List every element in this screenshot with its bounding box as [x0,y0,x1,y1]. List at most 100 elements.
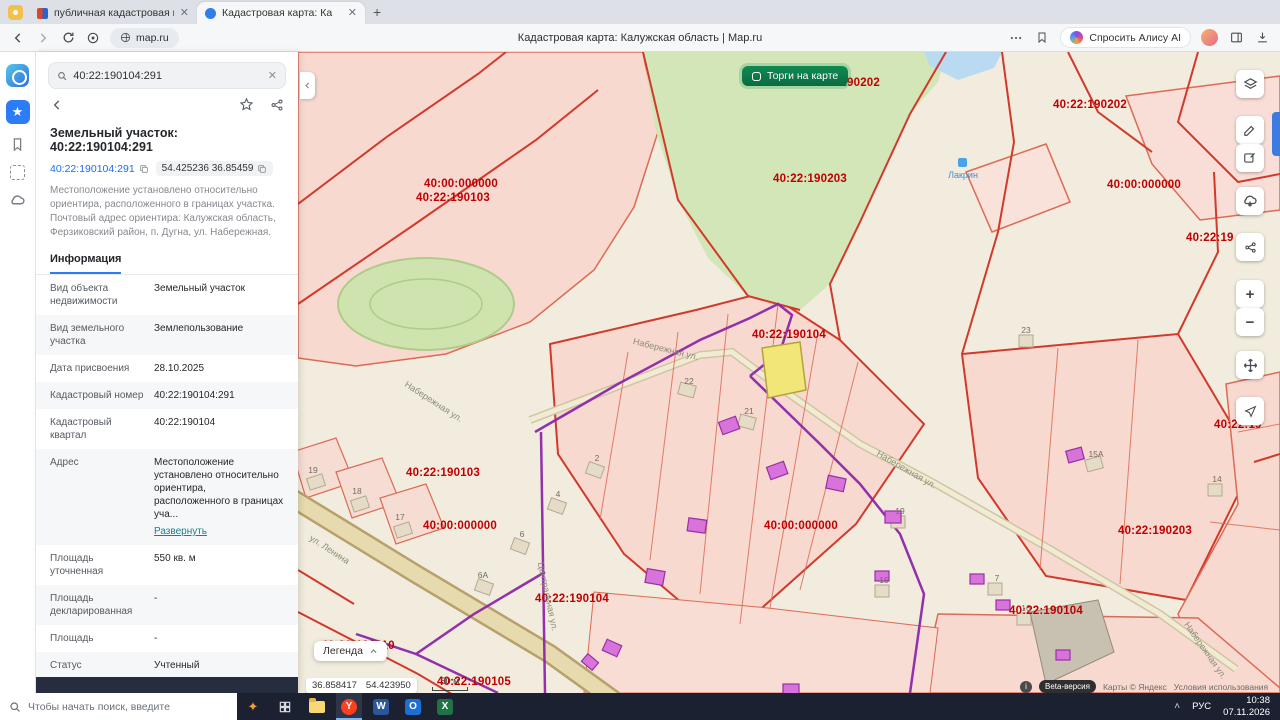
map-search[interactable]: ✕ [48,62,286,89]
parcel-number: 19 [308,465,318,475]
task-view-icon[interactable] [272,693,298,720]
tab-favicon [37,7,48,19]
alice-button[interactable]: Спросить Алису AI [1060,27,1191,48]
panel-back-icon[interactable] [50,98,64,117]
favorite-star-icon[interactable] [239,97,254,117]
side-panel-handle[interactable] [1272,112,1280,156]
extension-icon[interactable] [85,30,101,46]
parcel-id-chip[interactable]: 40:22:190104:291 [50,163,149,175]
tab-close-icon[interactable]: ✕ [180,7,189,19]
map-attribution: i Beta-версия Карты © Яндекс Условия исп… [1020,680,1268,693]
site-icon [120,32,131,43]
copy-icon[interactable] [139,164,149,174]
tab-cadastral-map[interactable]: Кадастровая карта: Ка ✕ [197,2,365,24]
bookmark-icon[interactable] [10,137,25,152]
browser-toolbar: map.ru Кадастровая карта: Калужская обла… [0,24,1280,52]
expand-link[interactable]: Развернуть [154,525,207,538]
yandex-browser-icon[interactable]: Y [336,693,362,720]
print-export-button[interactable] [1236,187,1264,215]
taskbar-search[interactable]: Чтобы начать поиск, введите [0,693,237,720]
avatar[interactable] [1201,29,1218,46]
area-select-icon[interactable] [10,165,25,180]
clear-search-icon[interactable]: ✕ [268,69,277,82]
panel-collapse-button[interactable] [300,72,315,99]
address-bar[interactable]: map.ru [110,27,179,48]
cadastral-label: 40:22:190203 [1118,525,1192,537]
parcel-number: 15 [879,575,889,585]
bookmark-flag-icon[interactable] [1034,30,1050,46]
draw-button[interactable] [1236,144,1264,172]
parcel-number: 14 [1212,474,1222,484]
table-row: Кадастровый номер 40:22:190104:291 [36,382,298,409]
word-icon[interactable]: W [368,693,394,720]
cadastral-label: 40:22:190103 [416,192,490,204]
info-icon[interactable]: i [1020,680,1032,693]
info-panel: ✕ Земельный участок: 40:22:190104:291 40… [36,52,298,693]
provider-credit: Карты © Яндекс [1102,681,1167,692]
reload-icon[interactable] [60,30,76,46]
cadastral-label: 40:22:190103 [406,467,480,479]
more-icon[interactable] [1008,30,1024,46]
table-row: Площадь - [50,633,158,644]
parcel-number: 15А [1088,449,1103,459]
cadastral-label: 40:00:000000 [1107,179,1181,191]
ruler-button[interactable] [1236,116,1264,144]
place-name: Лакрин [948,170,978,180]
parcel-number: 6А [478,570,489,580]
new-tab-button[interactable]: + [373,4,381,20]
forward-icon[interactable] [35,30,51,46]
locate-me-button[interactable] [1236,397,1264,425]
torgi-button[interactable]: Торги на карте [742,66,849,86]
clock[interactable]: 10:38 07.11.2026 [1223,695,1270,719]
pan-button[interactable] [1236,351,1264,379]
stadium-oval [337,257,515,351]
search-input[interactable] [73,69,262,82]
parcel-number: 6 [520,529,525,539]
zoom-out-button[interactable]: − [1236,308,1264,336]
tab-title: Кадастровая карта: Ка [222,7,333,19]
back-icon[interactable] [10,30,26,46]
map-canvas[interactable]: 40:22:19020240:22:19020240:00:00000040:2… [298,52,1280,693]
share-icon[interactable] [270,98,284,117]
alice-app-icon[interactable] [6,64,29,87]
mail-icon[interactable]: O [400,693,426,720]
chevron-up-icon [370,648,377,653]
tray-expand-icon[interactable]: ˄ [1174,701,1180,712]
parcel-number: 16 [1021,603,1031,613]
alice-label: Спросить Алису AI [1089,31,1181,44]
table-row: Дата присвоения 28.10.2025 [50,363,205,374]
tab-close-icon[interactable]: ✕ [348,7,357,19]
beta-badge: Beta-версия [1039,680,1096,693]
cadastral-label: 40:22:190202 [1053,99,1127,111]
language-indicator[interactable]: РУС [1192,701,1211,712]
zoom-in-button[interactable]: + [1236,280,1264,308]
favorites-button[interactable]: ★ [5,100,30,124]
legend-button[interactable]: Легенда [314,641,387,661]
cadastral-label: 40:22:190104 [752,329,826,341]
copy-icon[interactable] [257,164,267,174]
map-area[interactable]: 40:22:19020240:22:19020240:00:00000040:2… [298,52,1280,693]
terms-link[interactable]: Условия использования [1174,682,1268,692]
tab-public-cadastral[interactable]: публичная кадастровая к ✕ [29,2,197,24]
browser-logo-icon[interactable] [8,5,23,20]
excel-icon[interactable]: X [432,693,458,720]
coords-chip[interactable]: 54.425236 36.85459 [155,161,274,176]
selected-parcel[interactable] [761,341,807,399]
table-row: Вид объекта недвижимости Земельный участо… [50,283,246,307]
download-icon[interactable] [1254,30,1270,46]
widgets-weather-icon[interactable]: ✦ [240,693,266,720]
panels-icon[interactable] [1228,30,1244,46]
panel-footer [36,677,298,693]
table-row: Вид земельного участка Землепользование [36,315,298,355]
layers-button[interactable] [1236,70,1264,98]
parcel-number: 17 [395,512,405,522]
share-map-button[interactable] [1236,233,1264,261]
cloud-icon[interactable] [9,193,26,206]
desktop: публичная кадастровая к ✕ Кадастровая ка… [0,0,1280,720]
table-row: Статус Учтенный [36,652,298,679]
parcel-description: Местоположение установлено относительно … [50,185,276,238]
file-explorer-icon[interactable] [304,693,330,720]
parcel-number: 4 [556,489,561,499]
url-text: map.ru [136,31,169,44]
tab-information[interactable]: Информация [50,253,122,274]
